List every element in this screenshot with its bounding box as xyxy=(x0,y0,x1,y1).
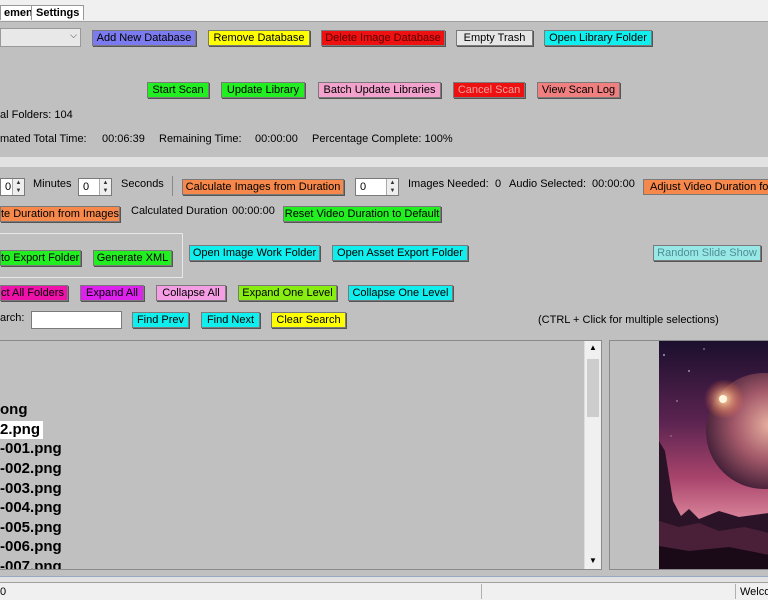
calculate-duration-from-images-button[interactable]: te Duration from Images xyxy=(0,206,120,222)
images-stepper-value: 0 xyxy=(360,181,367,193)
images-stepper[interactable]: 0 ▲ ▼ xyxy=(355,178,399,196)
status-separator xyxy=(481,584,482,599)
tree-item[interactable]: ong xyxy=(0,401,28,419)
minutes-stepper[interactable]: 0 ▲ ▼ xyxy=(0,178,25,196)
minutes-stepper-value: 0 xyxy=(5,181,12,193)
seconds-label: Seconds xyxy=(121,178,164,190)
total-folders-label: al Folders: 104 xyxy=(0,109,73,121)
scrollbar-thumb[interactable] xyxy=(587,359,599,417)
empty-trash-button[interactable]: Empty Trash xyxy=(456,30,533,46)
cancel-scan-button[interactable]: Cancel Scan xyxy=(453,82,525,98)
images-needed-value: 0 xyxy=(495,178,502,190)
collapse-all-folders-button[interactable]: ct All Folders xyxy=(0,285,68,301)
stepper-down-icon[interactable]: ▼ xyxy=(387,187,398,195)
find-next-button[interactable]: Find Next xyxy=(201,312,260,328)
tree-item[interactable]: -004.png xyxy=(0,499,62,517)
add-new-database-button[interactable]: Add New Database xyxy=(92,30,196,46)
image-preview-panel xyxy=(609,340,768,570)
open-library-folder-button[interactable]: Open Library Folder xyxy=(544,30,652,46)
seconds-stepper-value: 0 xyxy=(83,181,90,193)
search-input[interactable] xyxy=(31,311,122,329)
delete-image-database-button[interactable]: Delete Image Database xyxy=(321,30,445,46)
tree-item[interactable]: -002.png xyxy=(0,460,62,478)
batch-update-libraries-button[interactable]: Batch Update Libraries xyxy=(318,82,441,98)
stepper-up-icon[interactable]: ▲ xyxy=(100,179,111,187)
minutes-label: Minutes xyxy=(33,178,72,190)
tree-item[interactable]: -007.png xyxy=(0,558,62,569)
search-label: arch: xyxy=(0,312,25,324)
estimated-total-time-label: mated Total Time: xyxy=(0,133,87,145)
folder-tree-view[interactable]: ong 2.png -001.png -002.png -003.png -00… xyxy=(0,340,602,570)
menu-tab-settings[interactable]: Settings xyxy=(31,5,85,20)
expand-all-button[interactable]: Expand All xyxy=(80,285,144,301)
expand-one-level-button[interactable]: Expand One Level xyxy=(238,285,337,301)
audio-selected-value: 00:00:00 xyxy=(592,178,635,190)
random-slide-show-button[interactable]: Random Slide Show xyxy=(653,245,761,261)
tree-item[interactable]: -003.png xyxy=(0,480,62,498)
stepper-down-icon[interactable]: ▼ xyxy=(13,187,24,195)
remaining-time-label: Remaining Time: xyxy=(159,133,242,145)
view-scan-log-button[interactable]: View Scan Log xyxy=(537,82,620,98)
generate-xml-button[interactable]: Generate XML xyxy=(93,250,172,266)
collapse-all-button[interactable]: Collapse All xyxy=(156,285,226,301)
audio-selected-label: Audio Selected: xyxy=(509,178,587,190)
percentage-complete-label: Percentage Complete: 100% xyxy=(312,133,453,145)
scroll-up-icon[interactable]: ▲ xyxy=(589,343,597,352)
vertical-scrollbar[interactable]: ▲ ▼ xyxy=(584,341,601,569)
database-combobox[interactable]: ⌵ xyxy=(0,28,81,47)
multi-select-hint: (CTRL + Click for multiple selections) xyxy=(538,314,719,326)
section-divider xyxy=(0,157,768,167)
calculated-duration-label: Calculated Duration xyxy=(131,205,228,217)
tree-item[interactable]: -001.png xyxy=(0,440,62,458)
stepper-up-icon[interactable]: ▲ xyxy=(13,179,24,187)
status-bar xyxy=(0,582,768,600)
calculate-images-from-duration-button[interactable]: Calculate Images from Duration xyxy=(182,179,344,195)
tree-item-selected[interactable]: 2.png xyxy=(0,421,43,439)
images-needed-label: Images Needed: xyxy=(408,178,489,190)
adjust-video-duration-button[interactable]: Adjust Video Duration for xyxy=(643,179,768,195)
send-to-export-folder-button[interactable]: to Export Folder xyxy=(0,250,81,266)
seconds-stepper[interactable]: 0 ▲ ▼ xyxy=(78,178,112,196)
start-scan-button[interactable]: Start Scan xyxy=(147,82,209,98)
remaining-time-value: 00:00:00 xyxy=(255,133,298,145)
find-prev-button[interactable]: Find Prev xyxy=(132,312,189,328)
planet-landscape-image xyxy=(659,341,768,569)
status-left-text: 0 xyxy=(0,586,7,598)
status-separator xyxy=(735,584,736,599)
tree-item[interactable]: -005.png xyxy=(0,519,62,537)
chevron-down-icon: ⌵ xyxy=(70,30,77,40)
update-library-button[interactable]: Update Library xyxy=(221,82,305,98)
clear-search-button[interactable]: Clear Search xyxy=(271,312,346,328)
open-image-work-folder-button[interactable]: Open Image Work Folder xyxy=(189,245,320,261)
collapse-one-level-button[interactable]: Collapse One Level xyxy=(348,285,453,301)
vertical-divider xyxy=(172,176,173,196)
menu-bar xyxy=(0,0,768,22)
stepper-down-icon[interactable]: ▼ xyxy=(100,187,111,195)
open-asset-export-folder-button[interactable]: Open Asset Export Folder xyxy=(332,245,468,261)
menu-tab-settings-label: Settings xyxy=(36,7,80,19)
remove-database-button[interactable]: Remove Database xyxy=(208,30,310,46)
tree-item[interactable]: -006.png xyxy=(0,538,62,556)
calculated-duration-value: 00:00:00 xyxy=(232,205,275,217)
stepper-up-icon[interactable]: ▲ xyxy=(387,179,398,187)
status-welcome-text: Welco xyxy=(740,586,768,598)
scroll-down-icon[interactable]: ▼ xyxy=(589,556,597,565)
estimated-total-time-value: 00:06:39 xyxy=(102,133,145,145)
reset-video-duration-button[interactable]: Reset Video Duration to Default xyxy=(283,206,441,222)
